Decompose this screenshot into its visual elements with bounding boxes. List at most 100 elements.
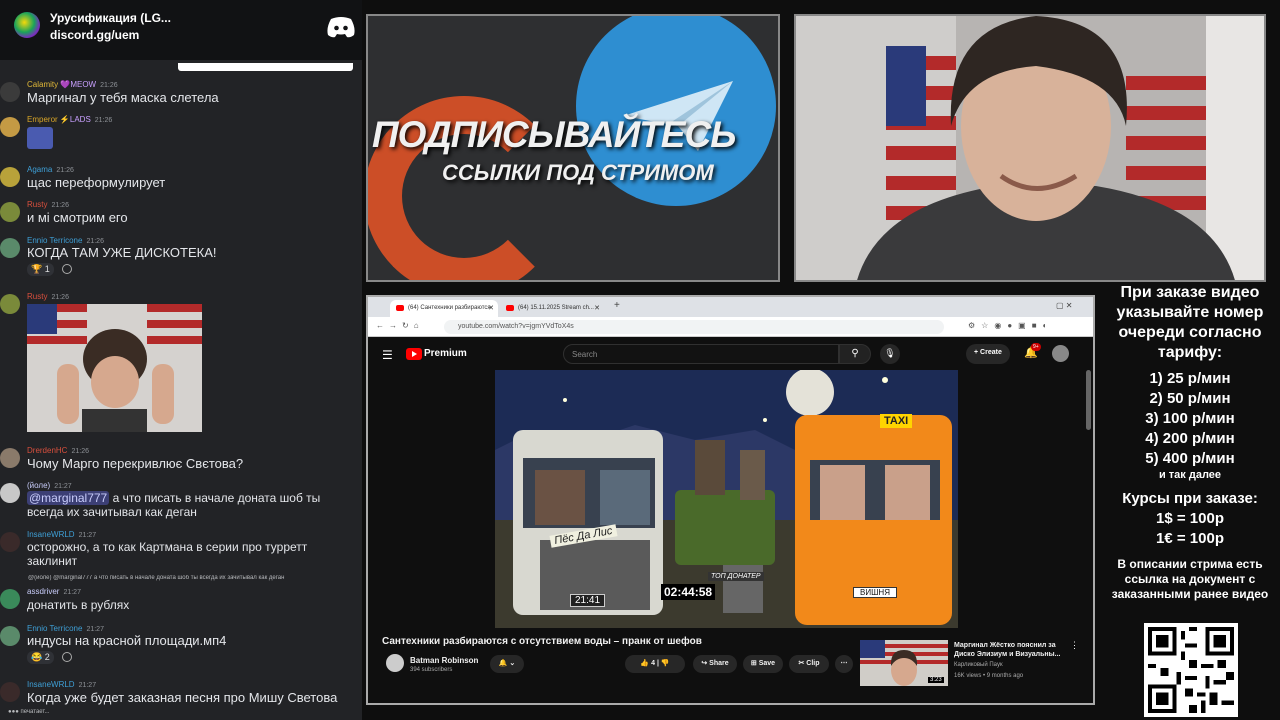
avatar bbox=[0, 167, 20, 187]
recommended-title[interactable]: Маргинал Жёстко пояснил за Диско Элизиум… bbox=[954, 641, 1066, 659]
youtube-logo-icon[interactable] bbox=[406, 348, 422, 360]
author-tag: 💜MEOW bbox=[60, 80, 97, 89]
more-actions-icon[interactable]: ⋯ bbox=[835, 655, 853, 673]
author-tag: ⚡LADS bbox=[59, 115, 91, 124]
notify-bell-button[interactable]: 🔔 ⌄ bbox=[490, 655, 524, 673]
reaction-count: 2 bbox=[44, 652, 50, 662]
tab-stream[interactable]: (64) 15.11.2025 Stream ch... ✕ bbox=[500, 300, 604, 317]
tariff-item: 5) 400 р/мин bbox=[1145, 450, 1235, 467]
browser-window: (64) Сантехники разбираются ✕ (64) 15.11.… bbox=[366, 295, 1095, 705]
message-text: индусы на красной площади.мп4 bbox=[27, 633, 227, 648]
qr-code-image bbox=[1148, 627, 1234, 713]
message-author: Rusty bbox=[27, 292, 48, 301]
typing-indicator: печатает... bbox=[20, 709, 50, 715]
message-time: 21:26 bbox=[51, 294, 69, 301]
message-time: 21:27 bbox=[63, 589, 81, 596]
streamer-camera bbox=[796, 16, 1264, 280]
avatar bbox=[0, 532, 20, 552]
add-reaction-icon[interactable] bbox=[62, 264, 72, 274]
message-sticker bbox=[27, 127, 53, 149]
message-time: 21:26 bbox=[86, 238, 104, 245]
more-options-icon[interactable]: ⋮ bbox=[1070, 640, 1079, 651]
message-time: 21:26 bbox=[51, 202, 69, 209]
clip-button[interactable]: ✂ Clip bbox=[789, 655, 829, 673]
clip-label: Clip bbox=[806, 660, 820, 667]
like-dislike-button[interactable]: 👍 4 | 👎 bbox=[625, 655, 685, 673]
recommended-thumbnail[interactable]: 3:23 bbox=[860, 640, 948, 686]
message-time: 21:26 bbox=[71, 448, 89, 455]
message-author: InsaneWRLD bbox=[27, 680, 75, 689]
server-invite: discord.gg/uem bbox=[50, 28, 140, 42]
user-mention[interactable]: @marginal777 bbox=[27, 491, 110, 505]
youtube-brand[interactable]: Premium bbox=[424, 348, 467, 359]
qr-code-icon bbox=[1144, 623, 1238, 717]
video-player[interactable]: TAXI Пёс Да Лис 21:41 ВИШНЯ 02:44:58 ТОП… bbox=[495, 370, 958, 628]
message-text: КОГДА ТАМ УЖЕ ДИСКОТЕКА! bbox=[27, 245, 217, 260]
stream-timer: 02:44:58 bbox=[661, 584, 716, 600]
url-field[interactable]: youtube.com/watch?v=jgmYVdToX4s bbox=[444, 320, 944, 334]
message-text: и мі смотрим его bbox=[27, 210, 128, 225]
account-avatar[interactable] bbox=[1052, 345, 1069, 362]
recommended-video[interactable]: 3:23 Маргинал Жёстко пояснил за Диско Эл… bbox=[860, 640, 1088, 688]
message-time: 21:27 bbox=[86, 626, 104, 633]
share-button[interactable]: ↪ Share bbox=[693, 655, 737, 673]
search-icon[interactable]: ⚲ bbox=[839, 344, 871, 364]
recommended-meta: 16K views • 9 months ago bbox=[954, 673, 1024, 679]
message-author: Ennio Terricone bbox=[27, 624, 83, 633]
channel-avatar[interactable] bbox=[386, 654, 404, 672]
tariff-item: 4) 200 р/мин bbox=[1145, 430, 1235, 447]
message-text: осторожно, а то как Картмана в серии про… bbox=[27, 540, 308, 568]
notification-badge: 9+ bbox=[1031, 343, 1041, 351]
message-author: (йоле) bbox=[27, 481, 51, 490]
close-tab-icon[interactable]: ✕ bbox=[594, 304, 600, 312]
tariff-item: 2) 50 р/мин bbox=[1149, 390, 1231, 407]
message-author: DrerdenHC bbox=[27, 446, 68, 455]
message-author: Emperor bbox=[27, 115, 58, 124]
save-button[interactable]: ⊞ Save bbox=[743, 655, 783, 673]
tab-video[interactable]: (64) Сантехники разбираются ✕ bbox=[390, 300, 498, 317]
page-scrollbar[interactable] bbox=[1086, 370, 1091, 430]
promo-headline: ПОДПИСЫВАЙТЕСЬ bbox=[372, 114, 736, 155]
description-note: В описании стрима есть ссылка на докумен… bbox=[1111, 557, 1269, 601]
window-controls-icon[interactable]: ▢ ✕ bbox=[1056, 301, 1072, 310]
search-input[interactable]: Search bbox=[563, 344, 839, 364]
hamburger-menu-icon[interactable]: ☰ bbox=[382, 348, 393, 362]
new-tab-icon[interactable]: + bbox=[614, 300, 620, 311]
avatar bbox=[0, 626, 20, 646]
video-duration: 3:23 bbox=[928, 677, 944, 683]
nav-arrows-icon[interactable]: ←→↻⌂ bbox=[376, 321, 424, 330]
message-text: Маргинал у тебя маска слетела bbox=[27, 90, 219, 105]
create-button[interactable]: + Create bbox=[966, 344, 1010, 364]
reaction-count: 1 bbox=[44, 264, 50, 274]
subscriber-count: 394 subscribers bbox=[410, 667, 453, 673]
extension-icons[interactable]: ⚙☆◉●▣■◐ bbox=[968, 321, 1053, 330]
message-time: 21:26 bbox=[100, 82, 118, 89]
add-reaction-icon[interactable] bbox=[62, 652, 72, 662]
youtube-favicon-icon bbox=[396, 305, 404, 311]
close-tab-icon[interactable]: ✕ bbox=[488, 304, 494, 312]
like-count: 4 bbox=[651, 660, 655, 667]
microphone-icon[interactable]: 🎙 bbox=[880, 344, 900, 364]
message-text: донатить в рублях bbox=[27, 598, 130, 612]
message-text: Чому Марго перекривлює Свєтова? bbox=[27, 456, 244, 471]
discord-icon bbox=[327, 17, 355, 38]
reaction[interactable]: 😂 2 bbox=[27, 651, 54, 664]
tab-label: (64) 15.11.2025 Stream ch... bbox=[518, 305, 594, 311]
rate-eur: 1€ = 100р bbox=[1156, 530, 1224, 547]
reply-preview[interactable]: @(йоле) @marginal777 а что писать в нача… bbox=[28, 575, 358, 581]
avatar bbox=[0, 117, 20, 137]
address-bar: ←→↻⌂ youtube.com/watch?v=jgmYVdToX4s ⚙☆◉… bbox=[368, 317, 1093, 337]
avatar bbox=[0, 294, 20, 314]
pricing-panel: При заказе видео указывайте номер очеред… bbox=[1100, 283, 1280, 720]
reaction[interactable]: 🏆 1 bbox=[27, 263, 54, 276]
message-author: InsaneWRLD bbox=[27, 530, 75, 539]
recommended-channel[interactable]: Карликовый Паук bbox=[954, 662, 1003, 668]
create-label: Create bbox=[980, 349, 1002, 356]
message-author: Calamity bbox=[27, 80, 59, 89]
etc-note: и так далее bbox=[1158, 469, 1222, 481]
tariff-item: 1) 25 р/мин bbox=[1149, 370, 1231, 387]
message-time: 21:26 bbox=[94, 117, 113, 124]
avatar bbox=[0, 202, 20, 222]
chat-image[interactable] bbox=[27, 304, 202, 432]
channel-name[interactable]: Batman Robinson bbox=[410, 656, 478, 665]
